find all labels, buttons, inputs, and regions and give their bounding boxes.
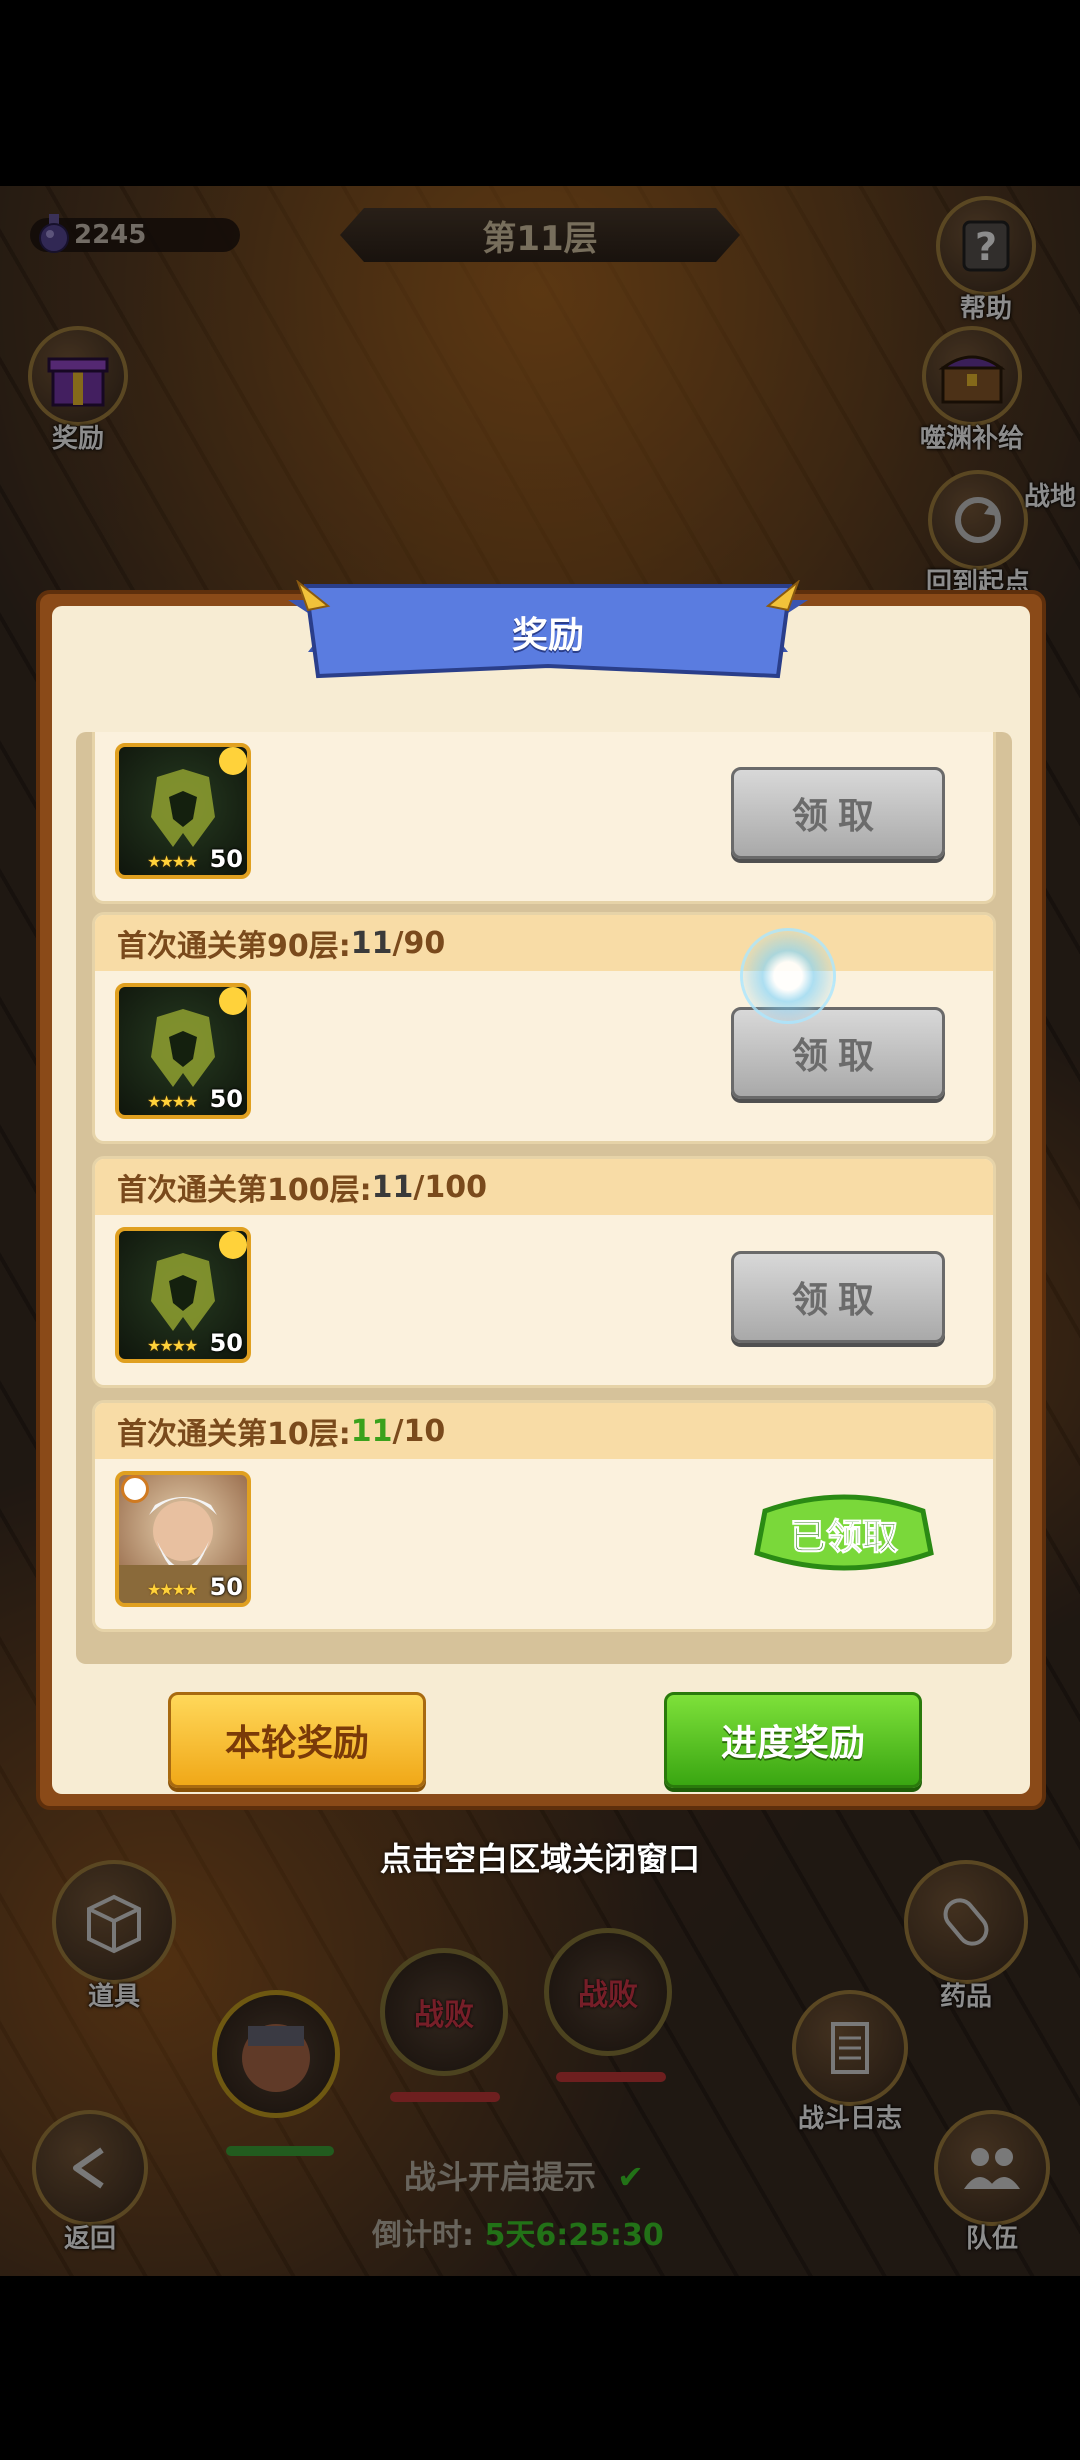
reward-item[interactable]: ★★★★ 50 [115,1471,251,1607]
item-level: 50 [209,845,243,873]
card-header: 首次通关第100层: 11 /100 [95,1159,993,1215]
card-header-prefix: 首次通关第90层: [117,929,351,964]
card-progress-total: /10 [392,1413,446,1449]
element-badge-icon [121,1475,149,1503]
claimed-stamp-icon: 已领取 [754,1494,934,1571]
card-progress-total: /90 [392,925,446,961]
shard-badge-icon [219,987,247,1015]
claim-button[interactable]: 领取 [731,1007,945,1099]
close-hint: 点击空白区域关闭窗口 [379,1840,700,1878]
reward-item[interactable]: ★★★★ 50 [115,743,251,879]
claimed-label: 已领取 [790,1517,898,1558]
card-progress-current: 11 [371,1169,414,1205]
reward-item[interactable]: ★★★★ 50 [115,1227,251,1363]
item-level: 50 [209,1329,243,1357]
reward-item[interactable]: ★★★★ 50 [115,983,251,1119]
reward-card: 首次通关第90层: 11 /90 ★★★★ 50 领取 [92,912,996,1144]
progress-reward-button[interactable]: 进度奖励 [664,1692,922,1788]
round-reward-button[interactable]: 本轮奖励 [168,1692,426,1788]
star-rating: ★★★★ [147,852,198,871]
item-level: 50 [209,1573,243,1601]
card-header: 首次通关第90层: 11 /90 [95,915,993,971]
shard-badge-icon [219,747,247,775]
card-header-prefix: 首次通关第10层: [117,1417,351,1452]
reward-card: 首次通关第100层: 11 /100 ★★★★ 50 领取 [92,1156,996,1388]
dialog-title: 奖励 [511,615,584,656]
card-progress-total: /100 [413,1169,487,1205]
card-progress-current: 11 [350,1413,393,1449]
claim-button[interactable]: 领取 [731,1251,945,1343]
tap-indicator [740,928,836,1024]
star-rating: ★★★★ [147,1336,198,1355]
card-header: 首次通关第10层: 11 /10 [95,1403,993,1459]
item-level: 50 [209,1085,243,1113]
card-header-prefix: 首次通关第100层: [117,1173,372,1208]
reward-card: ★★★★ 50 领取 [92,732,996,904]
claim-button[interactable]: 领取 [731,767,945,859]
star-rating: ★★★★ [147,1092,198,1111]
reward-card: 首次通关第10层: 11 /10 ★★★★ 50 已领取 [92,1400,996,1632]
card-progress-current: 11 [350,925,393,961]
star-rating: ★★★★ [147,1580,198,1599]
shard-badge-icon [219,1231,247,1259]
reward-list[interactable]: ★★★★ 50 领取 首次通关第90层: 11 /90 ★★★★ 50 领取 首… [76,732,1012,1664]
